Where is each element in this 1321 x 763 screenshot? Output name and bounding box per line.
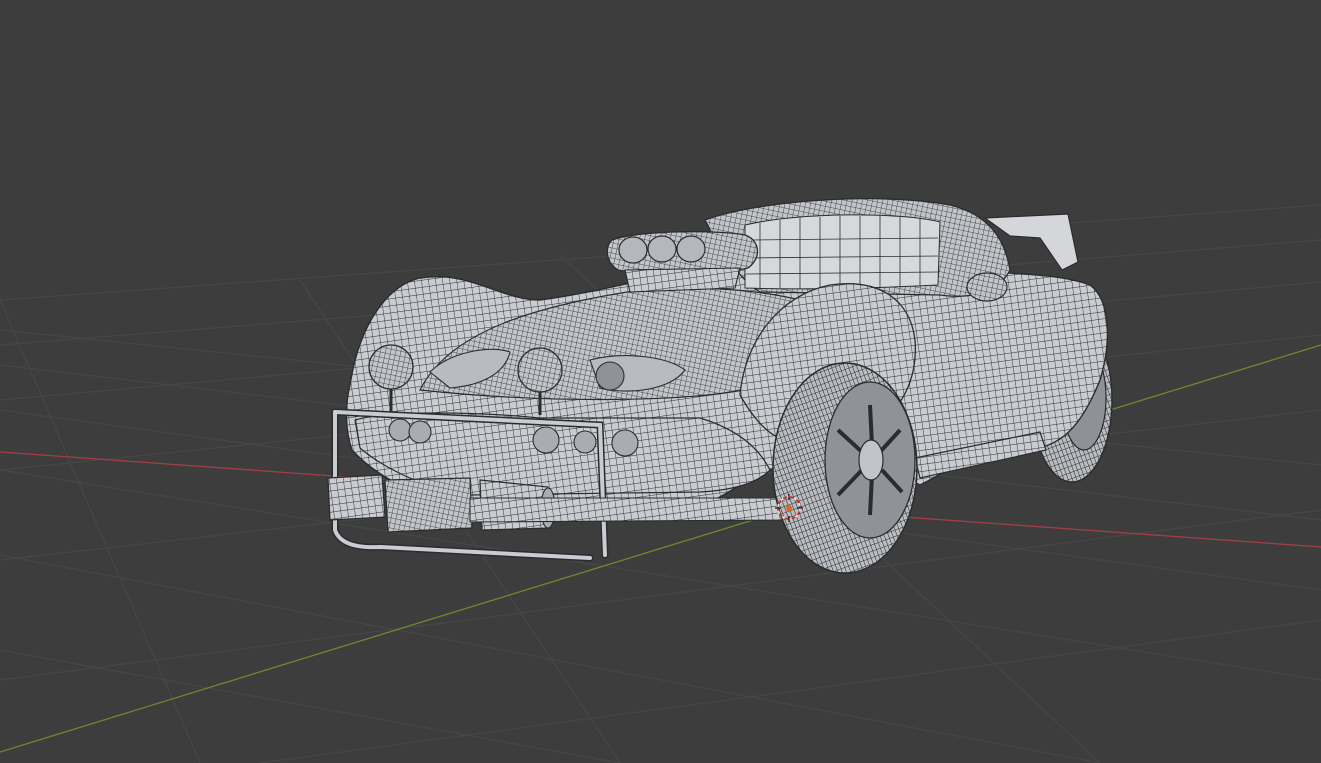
headlight-lamp [595, 361, 625, 391]
object-origin-dot [786, 505, 792, 511]
windshield [744, 214, 941, 290]
viewport-canvas[interactable] [0, 0, 1321, 763]
rally-light-left [368, 344, 414, 390]
winch-canister-left [327, 474, 386, 521]
front-lip [469, 497, 791, 523]
side-mirror [966, 272, 1008, 302]
3d-viewport[interactable] [0, 0, 1321, 763]
supercharger [606, 231, 759, 293]
rally-light-right [517, 347, 563, 393]
car-mesh[interactable] [327, 198, 1113, 574]
winch-body [384, 477, 473, 533]
